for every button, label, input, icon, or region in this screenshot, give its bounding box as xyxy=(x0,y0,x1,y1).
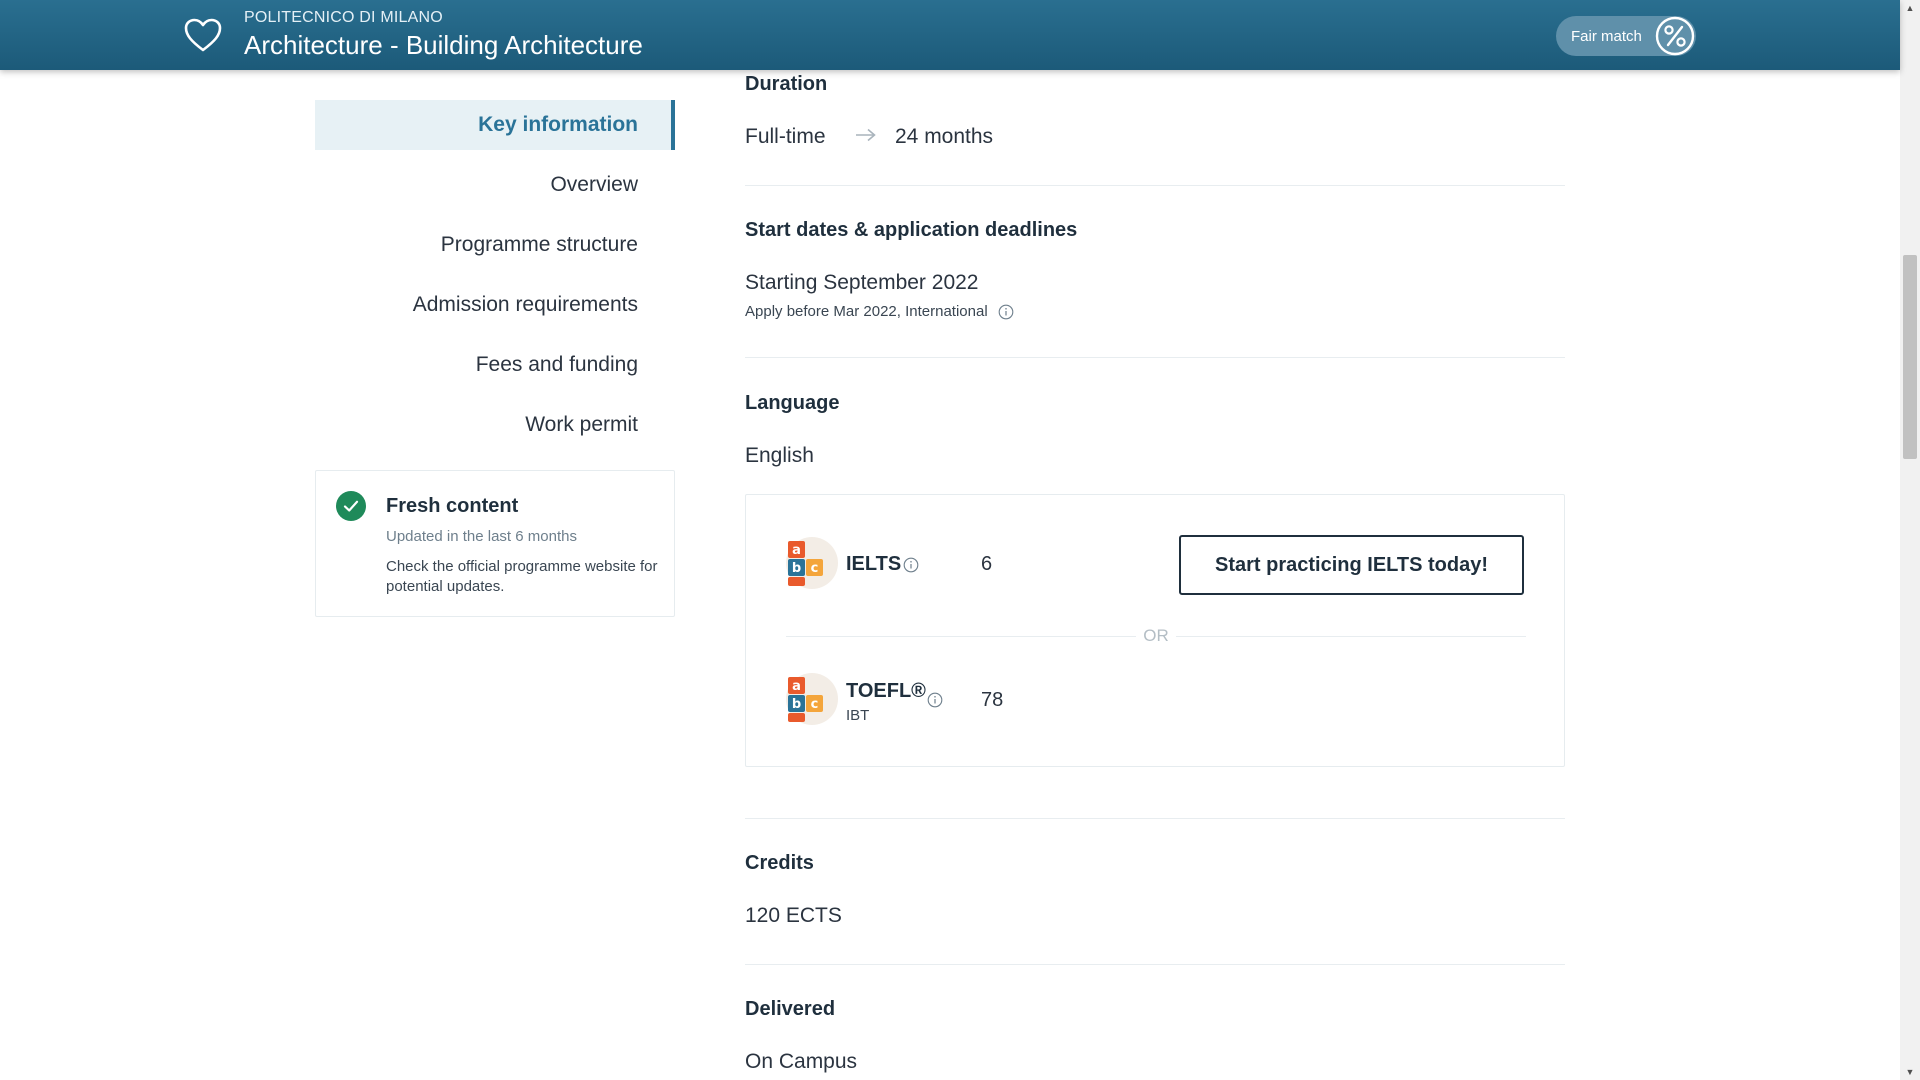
arrow-right-icon xyxy=(855,125,877,148)
nav-item-work-permit[interactable]: Work permit xyxy=(315,395,675,455)
duration-pace: Full-time xyxy=(745,125,826,148)
check-icon xyxy=(336,491,366,521)
svg-text:a: a xyxy=(792,543,801,558)
fresh-content-card: Fresh content Updated in the last 6 mont… xyxy=(315,470,675,617)
svg-text:b: b xyxy=(792,561,801,576)
ielts-score: 6 xyxy=(981,553,993,575)
duration-length: 24 months xyxy=(895,125,994,148)
favorite-button[interactable] xyxy=(180,12,226,58)
svg-text:c: c xyxy=(811,697,819,712)
info-icon[interactable] xyxy=(903,557,919,573)
toefl-sub: IBT xyxy=(846,707,870,724)
section-divider xyxy=(745,185,1565,186)
section-divider xyxy=(745,964,1565,965)
fair-match-button[interactable]: Fair match xyxy=(1556,16,1696,56)
info-icon[interactable] xyxy=(998,304,1014,320)
start-practicing-ielts-button[interactable]: Start practicing IELTS today! xyxy=(1179,535,1524,595)
deadline-text: Apply before Mar 2022, International xyxy=(745,303,988,320)
nav-item-overview[interactable]: Overview xyxy=(315,155,675,215)
scroll-up-arrow[interactable]: ▲ xyxy=(1900,0,1920,16)
section-navigation: Key information Overview Programme struc… xyxy=(315,100,675,455)
toefl-name: TOEFL® xyxy=(846,680,926,702)
ielts-name: IELTS xyxy=(846,553,902,575)
scrollbar-track[interactable] xyxy=(1900,0,1920,1080)
duration-title: Duration xyxy=(745,73,828,95)
start-date: Starting September 2022 xyxy=(745,271,979,294)
credits-title: Credits xyxy=(745,852,814,874)
toefl-score: 78 xyxy=(981,689,1004,711)
svg-text:a: a xyxy=(792,679,801,694)
nav-item-key-information[interactable]: Key information xyxy=(315,100,675,150)
info-icon[interactable] xyxy=(927,692,943,708)
nav-item-admission-requirements[interactable]: Admission requirements xyxy=(315,275,675,335)
fresh-content-note: Check the official programme website for… xyxy=(386,558,658,595)
deadline-row: Apply before Mar 2022, International xyxy=(745,303,1014,320)
programme-header: POLITECNICO DI MILANO Architecture - Bui… xyxy=(0,0,1900,70)
scrollbar-thumb[interactable] xyxy=(1903,255,1917,459)
credits-value: 120 ECTS xyxy=(745,904,842,927)
fresh-content-subtitle: Updated in the last 6 months xyxy=(386,528,577,545)
fresh-content-title: Fresh content xyxy=(386,495,519,517)
nav-item-fees-and-funding[interactable]: Fees and funding xyxy=(315,335,675,395)
svg-text:c: c xyxy=(811,561,819,576)
section-divider xyxy=(745,818,1565,819)
fair-match-label: Fair match xyxy=(1571,27,1642,45)
svg-text:b: b xyxy=(792,697,801,712)
delivered-value: On Campus xyxy=(745,1050,858,1073)
heart-icon xyxy=(184,18,222,52)
abc-blocks-icon: a b c xyxy=(786,673,838,725)
section-divider xyxy=(745,357,1565,358)
abc-blocks-icon: a b c xyxy=(786,537,838,589)
programme-title: Architecture - Building Architecture xyxy=(244,30,643,60)
start-dates-title: Start dates & application deadlines xyxy=(745,219,1078,241)
nav-item-programme-structure[interactable]: Programme structure xyxy=(315,215,675,275)
or-label: OR xyxy=(1136,626,1176,646)
language-title: Language xyxy=(745,392,840,414)
university-name: POLITECNICO DI MILANO xyxy=(244,9,443,26)
language-value: English xyxy=(745,444,814,467)
scroll-down-arrow[interactable]: ▼ xyxy=(1900,1064,1920,1080)
delivered-title: Delivered xyxy=(745,998,836,1020)
percent-icon xyxy=(1654,16,1696,56)
language-tests-box: a b c IELTS 6 Start practicing IELTS tod… xyxy=(745,494,1565,767)
